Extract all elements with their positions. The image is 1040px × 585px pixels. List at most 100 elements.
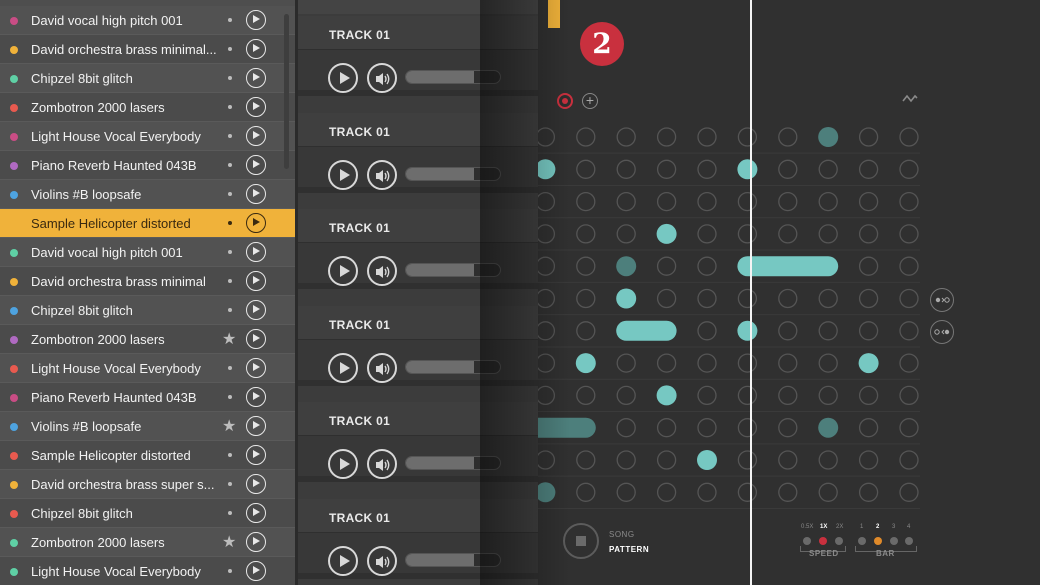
step-cell[interactable] <box>616 418 636 438</box>
sample-row[interactable]: Piano Reverb Haunted 043B <box>0 151 296 180</box>
sample-row[interactable]: Zombotron 2000 lasers ★ <box>0 325 296 354</box>
bar-knob-selected[interactable] <box>874 537 882 545</box>
step-cell[interactable] <box>818 224 838 244</box>
step-cell[interactable] <box>899 127 919 147</box>
play-sample-icon[interactable] <box>246 184 266 204</box>
step-cell[interactable] <box>697 191 717 212</box>
note-block[interactable] <box>818 417 839 438</box>
step-cell[interactable] <box>576 159 596 179</box>
step-cell[interactable] <box>737 482 758 502</box>
play-sample-icon[interactable] <box>246 39 266 59</box>
step-cell[interactable] <box>778 450 798 470</box>
options-dot-icon[interactable] <box>228 250 232 254</box>
play-sample-icon[interactable] <box>246 97 266 117</box>
speaker-icon[interactable] <box>367 159 397 190</box>
step-cell[interactable] <box>778 224 798 244</box>
step-cell[interactable] <box>778 418 798 438</box>
step-cell[interactable] <box>858 482 879 502</box>
note-block[interactable] <box>616 320 677 341</box>
step-cell[interactable] <box>818 191 838 212</box>
play-sample-icon[interactable] <box>246 387 266 407</box>
step-cell[interactable] <box>858 385 879 406</box>
sample-row[interactable]: Zombotron 2000 lasers <box>0 93 296 122</box>
play-sample-icon[interactable] <box>246 126 266 146</box>
step-cell[interactable] <box>899 450 919 470</box>
star-icon[interactable]: ★ <box>222 532 236 552</box>
step-cell[interactable] <box>576 288 596 309</box>
step-cell[interactable] <box>616 482 636 502</box>
sample-row[interactable]: David orchestra brass super s... <box>0 470 296 499</box>
step-cell[interactable] <box>697 482 717 502</box>
options-dot-icon[interactable] <box>228 47 232 51</box>
step-cell[interactable] <box>656 353 677 373</box>
star-icon[interactable]: ★ <box>222 329 236 349</box>
step-cell[interactable] <box>616 385 636 406</box>
options-dot-icon[interactable] <box>228 279 232 283</box>
note-block[interactable] <box>737 320 758 341</box>
step-cell[interactable] <box>576 385 596 406</box>
track-play-icon[interactable] <box>328 545 358 576</box>
step-cell[interactable] <box>576 191 596 212</box>
mode-song[interactable]: SONG <box>609 530 635 539</box>
step-cell[interactable] <box>818 159 838 179</box>
step-cell[interactable] <box>737 418 758 438</box>
prev-pattern-icon[interactable] <box>930 320 954 344</box>
step-cell[interactable] <box>656 191 677 212</box>
options-dot-icon[interactable] <box>228 569 232 573</box>
speaker-icon[interactable] <box>367 256 397 286</box>
step-cell[interactable] <box>697 385 717 406</box>
options-dot-icon[interactable] <box>228 221 232 225</box>
options-dot-icon[interactable] <box>228 482 232 486</box>
step-cell[interactable] <box>697 418 717 438</box>
speaker-icon[interactable] <box>367 352 397 383</box>
step-cell[interactable] <box>899 353 919 373</box>
step-cell[interactable] <box>858 418 879 438</box>
step-cell[interactable] <box>656 450 677 470</box>
options-dot-icon[interactable] <box>228 105 232 109</box>
play-sample-icon[interactable] <box>246 503 266 523</box>
step-cell[interactable] <box>858 450 879 470</box>
note-block[interactable] <box>656 385 677 406</box>
track-play-icon[interactable] <box>328 352 358 383</box>
sample-list-scrollbar[interactable] <box>284 14 289 169</box>
step-cell[interactable] <box>899 385 919 406</box>
step-cell[interactable] <box>656 127 677 147</box>
note-block[interactable] <box>818 127 839 147</box>
track-play-icon[interactable] <box>328 159 358 190</box>
bar-knob[interactable] <box>905 537 913 545</box>
step-cell[interactable] <box>899 288 919 309</box>
play-sample-icon[interactable] <box>246 329 266 349</box>
options-dot-icon[interactable] <box>228 18 232 22</box>
step-cell[interactable] <box>899 256 919 276</box>
options-dot-icon[interactable] <box>228 192 232 196</box>
step-cell[interactable] <box>737 191 758 212</box>
sample-row[interactable]: Sample Helicopter distorted <box>0 209 296 238</box>
step-cell[interactable] <box>899 321 919 341</box>
next-pattern-icon[interactable] <box>930 288 954 312</box>
step-cell[interactable] <box>576 482 596 502</box>
bar-knob[interactable] <box>858 537 866 545</box>
options-dot-icon[interactable] <box>228 134 232 138</box>
step-cell[interactable] <box>656 159 677 179</box>
play-sample-icon[interactable] <box>246 213 266 233</box>
step-cell[interactable] <box>616 159 636 179</box>
step-cell[interactable] <box>858 191 879 212</box>
note-block[interactable] <box>737 159 758 180</box>
track-play-icon[interactable] <box>328 449 358 479</box>
speed-knob-selected[interactable] <box>819 537 827 545</box>
sample-row[interactable]: Light House Vocal Everybody <box>0 557 296 585</box>
step-cell[interactable] <box>616 191 636 212</box>
step-cell[interactable] <box>697 321 717 341</box>
sample-row[interactable]: Piano Reverb Haunted 043B <box>0 383 296 412</box>
step-cell[interactable] <box>818 288 838 309</box>
step-cell[interactable] <box>778 353 798 373</box>
step-cell[interactable] <box>778 288 798 309</box>
options-dot-icon[interactable] <box>228 511 232 515</box>
note-block[interactable] <box>616 256 637 277</box>
step-cell[interactable] <box>697 159 717 179</box>
step-cell[interactable] <box>576 450 596 470</box>
step-cell[interactable] <box>697 288 717 309</box>
sample-row[interactable]: Chipzel 8bit glitch <box>0 499 296 528</box>
step-cell[interactable] <box>778 191 798 212</box>
step-cell[interactable] <box>858 159 879 179</box>
